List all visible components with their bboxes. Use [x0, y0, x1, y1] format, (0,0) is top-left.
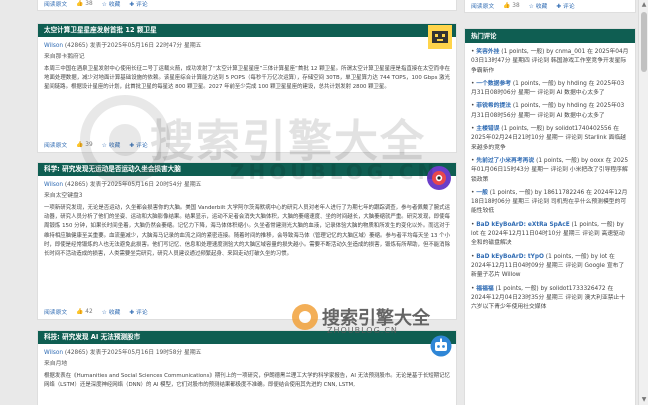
hot-comments-heading: 热门评论 [465, 29, 635, 43]
scroll-down-arrow-icon[interactable]: ▼ [639, 395, 648, 405]
post-meta: Wilson (42865) 发表于2025年05月16日 22时47分 星期五 [38, 37, 456, 49]
comment-label: 评论 [136, 143, 148, 149]
comment-title-link[interactable]: BaD kEyBoArD: eXtRa SpAcE [476, 222, 569, 228]
topic-avatar [428, 25, 452, 49]
scroll-up-arrow-icon[interactable]: ▲ [639, 0, 648, 10]
post-actions: 阅读原文 👍 42 ☆ 收藏 ✚ 评论 [44, 307, 148, 317]
sidebar-top-stub: 阅读原文 👍 38 ☆ 收藏 ✚ 评论 [464, 0, 636, 13]
comment-item: • 一个数据参考 (1 points, 一般) by hhding 在 2025… [471, 80, 625, 97]
comment-item: • 福福福 (1 points, 一般) by solidot173332647… [471, 285, 626, 311]
post-body: 本周三中国在酒泉卫星发射中心使用长征二号丁运载火箭，成功发射了“太空计算卫星星座… [44, 66, 450, 91]
comment-item: • 主楼错误 (1 points, 一般) by solidot17404025… [471, 126, 626, 151]
comment-item: • BaD kEyBoArD: tYpO (1 points, 一般) by l… [471, 253, 625, 279]
read-more-link[interactable]: 阅读原文 [44, 307, 67, 316]
comment-label: 评论 [563, 4, 575, 10]
like-count-value: 39 [85, 141, 93, 148]
comment-label: 评论 [136, 2, 148, 8]
post-card: 太空计算卫星星座发射首批 12 颗卫星 Wilson (42865) 发表于20… [37, 23, 457, 153]
collect-label: 收藏 [108, 310, 121, 316]
scrollbar-thumb[interactable] [641, 12, 647, 72]
post-title[interactable]: 太空计算卫星星座发射首批 12 颗卫星 [38, 24, 456, 37]
author-link[interactable]: Wilson [44, 350, 63, 356]
comment-label: 评论 [136, 310, 148, 316]
comment-link[interactable]: ✚ 评论 [129, 307, 147, 316]
comment-item: • BaD kEyBoArD: eXtRa SpAcE (1 points, 一… [471, 221, 625, 247]
page-scrollbar[interactable]: ▲ ▼ [638, 0, 648, 405]
post-date: 发表于2025年05月16日 19时58分 星期五 [89, 350, 202, 356]
post-date: 发表于2025年05月16日 20时54分 星期五 [89, 182, 202, 188]
like-count[interactable]: 👍 38 [503, 3, 519, 9]
comment-title-link[interactable]: 先前过了小米再考再说 [476, 158, 534, 164]
science-icon [427, 166, 451, 190]
comment-link[interactable]: ✚ 评论 [129, 140, 147, 149]
post-from: 来自月地 [44, 361, 68, 367]
comment-detail: (1 points, 一般) by 18611782246 在 2024年12月… [471, 189, 628, 215]
post-date: 发表于2025年05月16日 22时47分 星期五 [89, 43, 202, 49]
comment-title-link[interactable]: 菲锐希的提法 [476, 103, 511, 109]
sidebar: 阅读原文 👍 38 ☆ 收藏 ✚ 评论 热门评论 • 笑容外挂 (1 point… [464, 0, 636, 405]
like-count[interactable]: 👍 39 [76, 142, 92, 148]
comment-title-link[interactable]: 福福福 [476, 286, 493, 292]
author-points: (42865) [64, 182, 88, 188]
comment-title-link[interactable]: 一个数据参考 [476, 81, 511, 87]
like-count[interactable]: 👍 42 [76, 309, 92, 315]
comment-detail: (1 points, 一般) by solidot1733326472 在 20… [471, 285, 626, 311]
collect-label: 收藏 [108, 2, 121, 8]
topic-avatar [430, 335, 452, 357]
post-title[interactable]: 科学: 研究发现无运动是否运动久坐会损害大脑 [38, 163, 456, 176]
post-meta: Wilson (42865) 发表于2025年05月16日 20时54分 星期五 [38, 176, 456, 188]
collect-label: 收藏 [108, 143, 121, 149]
robot-icon [428, 25, 452, 49]
comment-link[interactable]: ✚ 评论 [129, 0, 147, 8]
read-more-link[interactable]: 阅读原文 [44, 0, 67, 8]
post-actions: 阅读原文 👍 38 ☆ 收藏 ✚ 评论 [471, 1, 575, 11]
like-count-value: 38 [85, 0, 93, 7]
previous-post-footer: 阅读原文 👍 38 ☆ 收藏 ✚ 评论 [37, 0, 457, 11]
hot-comments-list: • 笑容外挂 (1 points, 一般) by cnma_001 在 2025… [465, 43, 635, 313]
read-more-link[interactable]: 阅读原文 [44, 140, 67, 149]
post-from: 来自太空键盘3 [44, 193, 83, 199]
comment-link[interactable]: ✚ 评论 [556, 1, 574, 10]
author-points: (42865) [64, 350, 88, 356]
comment-item: • 先前过了小米再考再说 (1 points, 一般) by ooxx 在 20… [471, 157, 629, 183]
author-link[interactable]: Wilson [44, 182, 63, 188]
comment-item: • 笑容外挂 (1 points, 一般) by cnma_001 在 2025… [471, 49, 629, 74]
like-count-value: 42 [85, 308, 93, 315]
comment-item: • 菲锐希的提法 (1 points, 一般) by hhding 在 2025… [471, 103, 625, 119]
post-title[interactable]: 科技: 研究发现 AI 无法预测股市 [38, 331, 456, 344]
post-meta: Wilson (42865) 发表于2025年05月16日 19时58分 星期五 [38, 344, 456, 356]
author-points: (42865) [64, 43, 88, 49]
comment-title-link[interactable]: 主楼错误 [476, 126, 499, 132]
like-count-value: 38 [512, 2, 520, 9]
comment-title-link[interactable]: 一般 [476, 190, 488, 196]
post-card: 科学: 研究发现无运动是否运动久坐会损害大脑 Wilson (42865) 发表… [37, 162, 457, 320]
collect-link[interactable]: ☆ 收藏 [102, 0, 121, 8]
post-actions: 阅读原文 👍 39 ☆ 收藏 ✚ 评论 [44, 140, 148, 150]
hot-comments-panel: 热门评论 • 笑容外挂 (1 points, 一般) by cnma_001 在… [464, 28, 636, 405]
post-body: 一项新研究发现，无论是否运动，久坐都会损害你的大脑。美国 Vanderbilt … [44, 205, 450, 258]
main-column: 阅读原文 👍 38 ☆ 收藏 ✚ 评论 太空计算卫星星座发射首批 12 颗卫星 … [37, 0, 457, 405]
collect-link[interactable]: ☆ 收藏 [102, 140, 121, 149]
post-actions: 阅读原文 👍 38 ☆ 收藏 ✚ 评论 [44, 0, 148, 9]
robot-icon [430, 335, 452, 357]
author-link[interactable]: Wilson [44, 43, 63, 49]
collect-label: 收藏 [535, 4, 548, 10]
post-body: 根据发表在《Humanities and Social Sciences Com… [44, 373, 450, 389]
collect-link[interactable]: ☆ 收藏 [102, 307, 121, 316]
read-more-link[interactable]: 阅读原文 [471, 1, 494, 10]
post-card: 科技: 研究发现 AI 无法预测股市 Wilson (42865) 发表于202… [37, 330, 457, 405]
like-count[interactable]: 👍 38 [76, 1, 92, 7]
collect-link[interactable]: ☆ 收藏 [529, 1, 548, 10]
post-from: 来自那卡鹅府记 [44, 54, 85, 60]
topic-avatar [426, 165, 452, 191]
comment-item: • 一般 (1 points, 一般) by 18611782246 在 202… [471, 189, 628, 215]
comment-title-link[interactable]: BaD kEyBoArD: tYpO [476, 254, 544, 260]
comment-title-link[interactable]: 笑容外挂 [476, 49, 499, 55]
